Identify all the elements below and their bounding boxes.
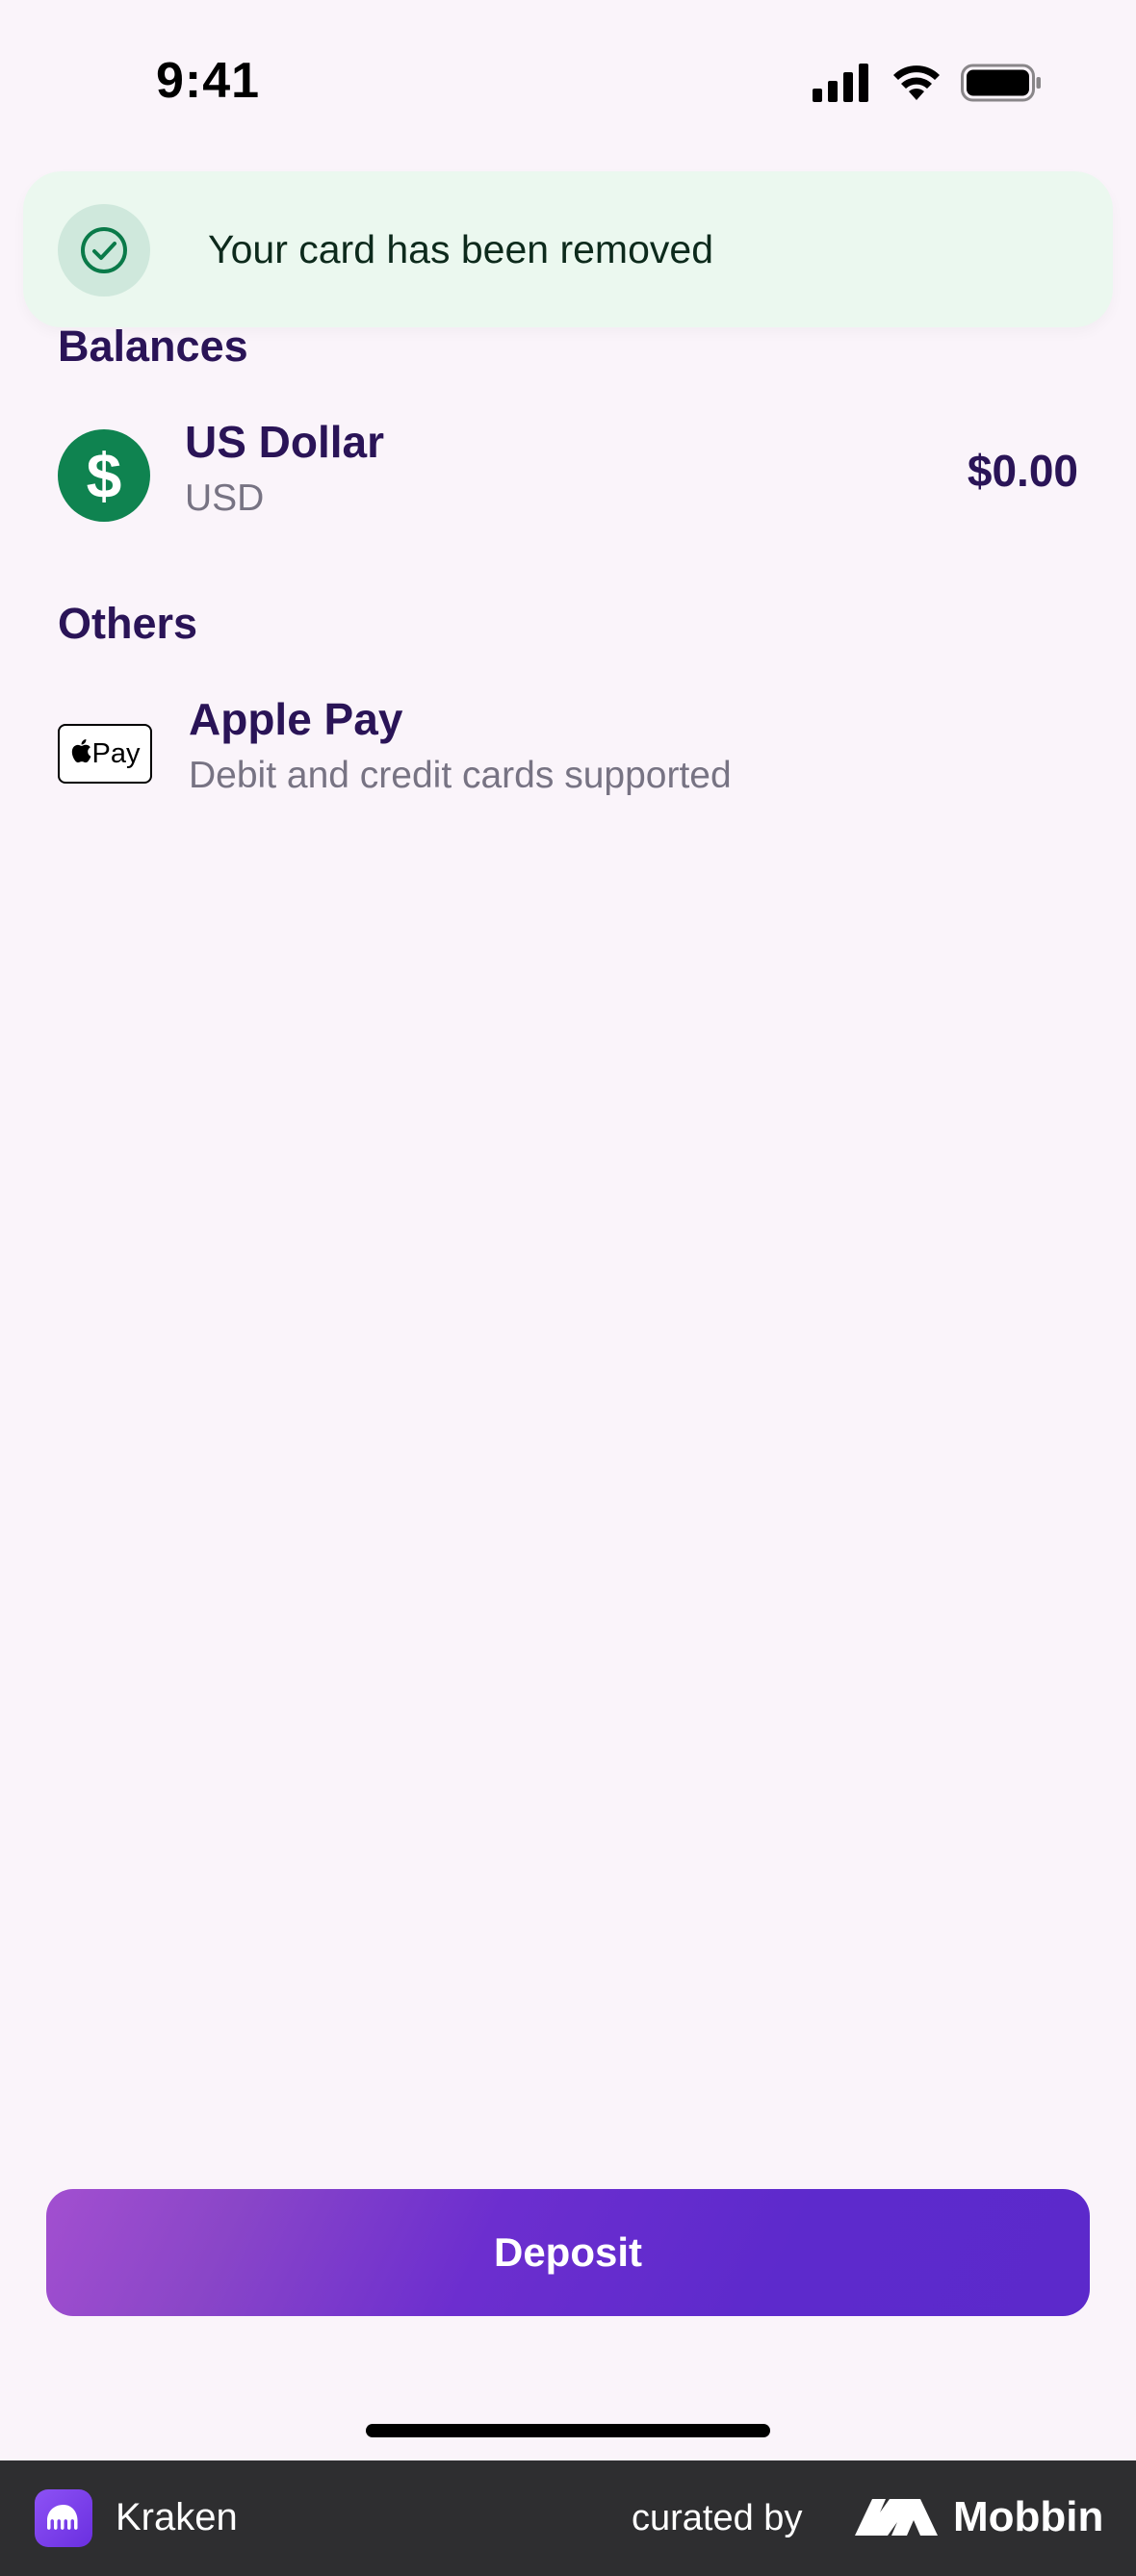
balance-amount: $0.00: [967, 446, 1078, 496]
status-icons: [813, 64, 1042, 102]
others-section-title: Others: [58, 599, 198, 648]
kraken-logo-icon: [35, 2489, 92, 2547]
balance-row-usd[interactable]: $ US Dollar USD $0.00: [58, 416, 1078, 531]
dollar-icon: $: [58, 429, 150, 522]
deposit-button[interactable]: Deposit: [46, 2189, 1090, 2316]
payment-method-name: Apple Pay: [189, 694, 403, 744]
balances-section-title: Balances: [58, 322, 248, 371]
wifi-icon: [893, 65, 940, 100]
apple-pay-badge-text: Pay: [91, 737, 141, 769]
success-toast: Your card has been removed: [23, 171, 1113, 327]
footer-curated-by: curated by: [632, 2498, 803, 2538]
apple-logo-icon: [70, 738, 91, 770]
balance-code: USD: [185, 477, 265, 519]
balance-name: US Dollar: [185, 417, 385, 467]
check-circle-icon: [58, 204, 150, 296]
footer-bar: Kraken curated by Mobbin: [0, 2460, 1136, 2576]
home-indicator: [366, 2424, 770, 2437]
signal-icon: [813, 64, 868, 102]
status-time: 9:41: [156, 53, 261, 109]
status-bar: 9:41: [0, 0, 1136, 164]
apple-pay-icon: Pay: [58, 724, 152, 784]
battery-icon: [961, 64, 1041, 102]
payment-method-description: Debit and credit cards supported: [189, 755, 732, 796]
footer-app-name: Kraken: [116, 2496, 238, 2538]
footer-brand: Mobbin: [953, 2493, 1104, 2540]
mobbin-logo-icon: [855, 2499, 938, 2536]
payment-method-apple-pay[interactable]: Pay Apple Pay Debit and credit cards sup…: [58, 693, 1078, 809]
toast-message: Your card has been removed: [208, 227, 713, 271]
